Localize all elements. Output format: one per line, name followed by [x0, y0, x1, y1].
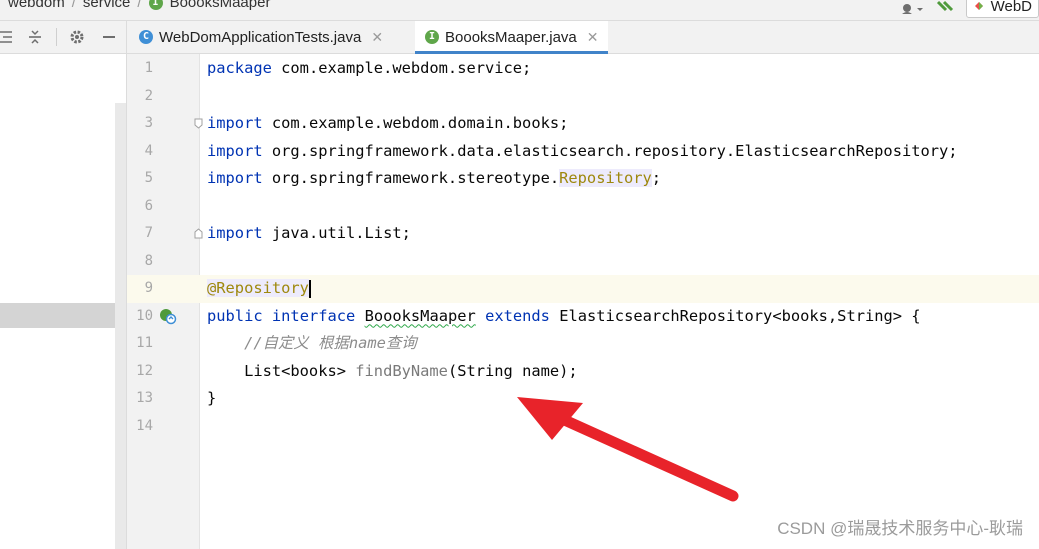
breadcrumb-item-module[interactable]: webdom [8, 0, 65, 11]
code-line[interactable]: 13 } [127, 385, 1039, 413]
code-text: package com.example.webdom.service; [207, 59, 532, 77]
editor-tab-bar: C WebDomApplicationTests.java ✕ I Boooks… [127, 21, 1039, 54]
code-text: import org.springframework.data.elastics… [207, 141, 958, 160]
text-caret [308, 279, 311, 298]
code-text: @Repository [207, 275, 311, 303]
code-line[interactable]: 6 [127, 193, 1039, 221]
code-line[interactable]: 1 package com.example.webdom.service; [127, 55, 1039, 83]
fold-icon[interactable] [194, 118, 203, 129]
tab-label: BoooksMaaper.java [445, 28, 577, 46]
line-number: 14 [136, 417, 153, 434]
expand-all-icon[interactable] [0, 28, 14, 46]
breadcrumb-separator: / [71, 0, 76, 11]
code-editor[interactable]: 1 package com.example.webdom.service; 2 … [127, 54, 1039, 549]
project-tree-selected-row[interactable] [0, 303, 126, 328]
code-line[interactable]: 14 [127, 413, 1039, 441]
line-number: 5 [144, 170, 153, 186]
implemented-by-icon[interactable] [159, 307, 177, 325]
keyword-public: public [207, 306, 263, 325]
project-tree-panel[interactable] [0, 54, 115, 549]
code-line[interactable]: 10 public interface BoooksMaaper extends… [127, 303, 1039, 331]
user-icon[interactable] [898, 0, 924, 16]
watermark: CSDN @瑞晟技术服务中心-耿瑞 [777, 519, 1023, 538]
gear-icon[interactable] [68, 28, 86, 46]
method-name: findByName [355, 361, 448, 380]
annotation-repository: @Repository [207, 279, 309, 297]
build-hammer-icon[interactable] [934, 0, 956, 14]
interface-icon: I [425, 30, 439, 44]
code-text: List<books> findByName(String name); [207, 361, 578, 380]
nav-toolbar: WebD [898, 0, 1039, 18]
class-icon: C [139, 30, 153, 44]
code-line[interactable]: 12 List<books> findByName(String name); [127, 358, 1039, 386]
line-number: 13 [136, 390, 153, 406]
code-text: } [207, 389, 217, 407]
keyword-package: package [207, 59, 272, 77]
highlighted-reference: Repository [559, 169, 652, 187]
collapse-all-icon[interactable] [26, 28, 44, 46]
keyword-extends: extends [485, 306, 550, 325]
project-panel-scrollbar[interactable] [115, 103, 126, 549]
tab-webdom-application-tests[interactable]: C WebDomApplicationTests.java ✕ [129, 21, 393, 53]
code-line[interactable]: 7 import java.util.List; [127, 220, 1039, 248]
line-number: 10 [136, 307, 153, 324]
toolbar-divider [56, 28, 57, 46]
interface-icon: I [148, 0, 163, 10]
breadcrumb-item-package[interactable]: service [83, 0, 131, 11]
code-line[interactable]: 4 import org.springframework.data.elasti… [127, 138, 1039, 166]
code-text: public interface BoooksMaaper extends El… [207, 306, 921, 325]
run-configuration-selector[interactable]: WebD [965, 0, 1039, 18]
keyword-import: import [207, 141, 263, 160]
code-text: import java.util.List; [207, 224, 411, 242]
code-line[interactable]: 5 import org.springframework.stereotype.… [127, 165, 1039, 193]
code-line-current[interactable]: 9 @Repository [127, 275, 1039, 303]
close-icon[interactable]: ✕ [587, 29, 599, 46]
line-number: 2 [144, 87, 153, 104]
code-line[interactable]: 3 import com.example.webdom.domain.books… [127, 110, 1039, 138]
line-number: 7 [144, 225, 153, 241]
code-line[interactable]: 2 [127, 83, 1039, 111]
project-panel-toolbar [0, 21, 127, 54]
keyword-import: import [207, 114, 263, 132]
line-number: 8 [144, 252, 153, 269]
line-number: 3 [144, 115, 153, 131]
line-number: 6 [144, 197, 153, 214]
fold-icon[interactable] [194, 228, 203, 239]
close-icon[interactable]: ✕ [371, 29, 383, 46]
spring-boot-icon [974, 2, 983, 10]
code-line[interactable]: 11 //自定义 根据name查询 [127, 330, 1039, 358]
tab-boooks-maaper[interactable]: I BoooksMaaper.java ✕ [415, 21, 609, 54]
interface-name: BoooksMaaper [364, 306, 476, 325]
navigation-bar: webdom / service / I BoooksMaaper WebD [0, 0, 1039, 21]
keyword-import: import [207, 224, 263, 242]
code-line[interactable]: 8 [127, 248, 1039, 276]
line-number: 4 [144, 142, 153, 159]
code-comment: //自定义 根据name查询 [207, 334, 417, 352]
line-number: 9 [144, 280, 153, 296]
code-text: import org.springframework.stereotype.Re… [207, 169, 662, 187]
keyword-import: import [207, 169, 263, 187]
line-number: 11 [136, 335, 153, 351]
keyword-interface: interface [271, 306, 356, 325]
line-number: 12 [136, 362, 153, 379]
line-number: 1 [144, 60, 153, 76]
tab-label: WebDomApplicationTests.java [159, 28, 362, 46]
code-text: import com.example.webdom.domain.books; [207, 114, 569, 132]
breadcrumb-separator: / [137, 0, 142, 11]
breadcrumb: webdom / service / I BoooksMaaper [8, 0, 270, 11]
hide-panel-icon[interactable] [100, 28, 118, 46]
breadcrumb-item-file[interactable]: BoooksMaaper [170, 0, 271, 11]
run-configuration-label: WebD [990, 0, 1032, 15]
